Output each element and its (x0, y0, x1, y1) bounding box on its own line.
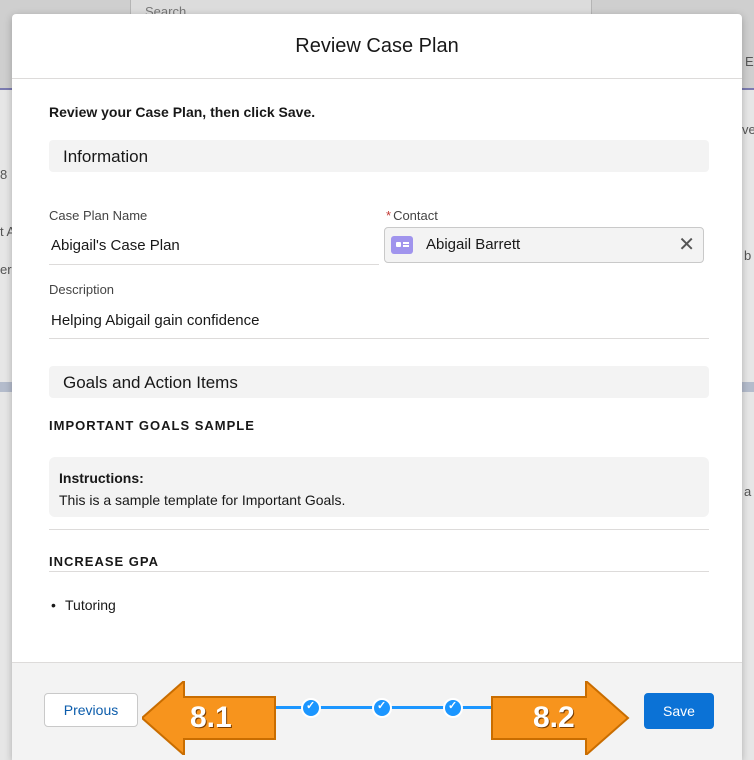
background-fragment: a (744, 484, 752, 499)
contact-label: * Contact (386, 208, 438, 223)
save-button[interactable]: Save (644, 693, 714, 729)
previous-button[interactable]: Previous (44, 693, 138, 727)
section-goals: Goals and Action Items (49, 366, 709, 398)
check-icon (372, 698, 392, 718)
contact-card-icon (391, 236, 413, 254)
action-item: Tutoring (51, 597, 116, 613)
modal-header: Review Case Plan (12, 14, 742, 79)
check-icon (443, 698, 463, 718)
section-information-title: Information (63, 147, 149, 166)
goal-divider (49, 529, 709, 530)
instructions-text: This is a sample template for Important … (59, 492, 346, 508)
check-icon (301, 698, 321, 718)
case-plan-name-divider (49, 264, 379, 265)
section-information: Information (49, 140, 709, 172)
modal-title: Review Case Plan (295, 34, 459, 57)
description-label: Description (49, 282, 115, 297)
background-fragment: er (0, 262, 12, 277)
review-case-plan-modal: Review Case Plan Review your Case Plan, … (12, 14, 742, 760)
case-plan-name-value[interactable]: Abigail's Case Plan (51, 237, 180, 254)
contact-label-text: Contact (393, 208, 438, 223)
background-fragment: E (745, 54, 754, 69)
background-fragment: b (744, 248, 752, 263)
description-divider (49, 338, 709, 339)
section-goals-title: Goals and Action Items (63, 373, 238, 392)
annotation-label-right: 8.2 (533, 701, 575, 734)
instructions-heading: Instructions: (59, 470, 144, 486)
contact-lookup-pill[interactable]: Abigail Barrett ✕ (384, 227, 704, 263)
case-plan-name-label: Case Plan Name (49, 208, 148, 223)
goal-instructions-box: Instructions: This is a sample template … (49, 457, 709, 517)
background-fragment: 8 (0, 167, 8, 182)
intro-text: Review your Case Plan, then click Save. (49, 104, 316, 120)
description-value[interactable]: Helping Abigail gain confidence (51, 312, 259, 329)
goal-title: INCREASE GPA (49, 554, 159, 569)
annotation-label-left: 8.1 (190, 701, 232, 734)
goal-title: IMPORTANT GOALS SAMPLE (49, 418, 255, 433)
goal-title-divider (49, 571, 709, 572)
required-mark: * (386, 208, 392, 223)
modal-footer: Previous Save (12, 662, 742, 760)
contact-name: Abigail Barrett (426, 236, 521, 253)
close-icon[interactable]: ✕ (678, 232, 695, 257)
background-fragment: ve (742, 122, 754, 137)
